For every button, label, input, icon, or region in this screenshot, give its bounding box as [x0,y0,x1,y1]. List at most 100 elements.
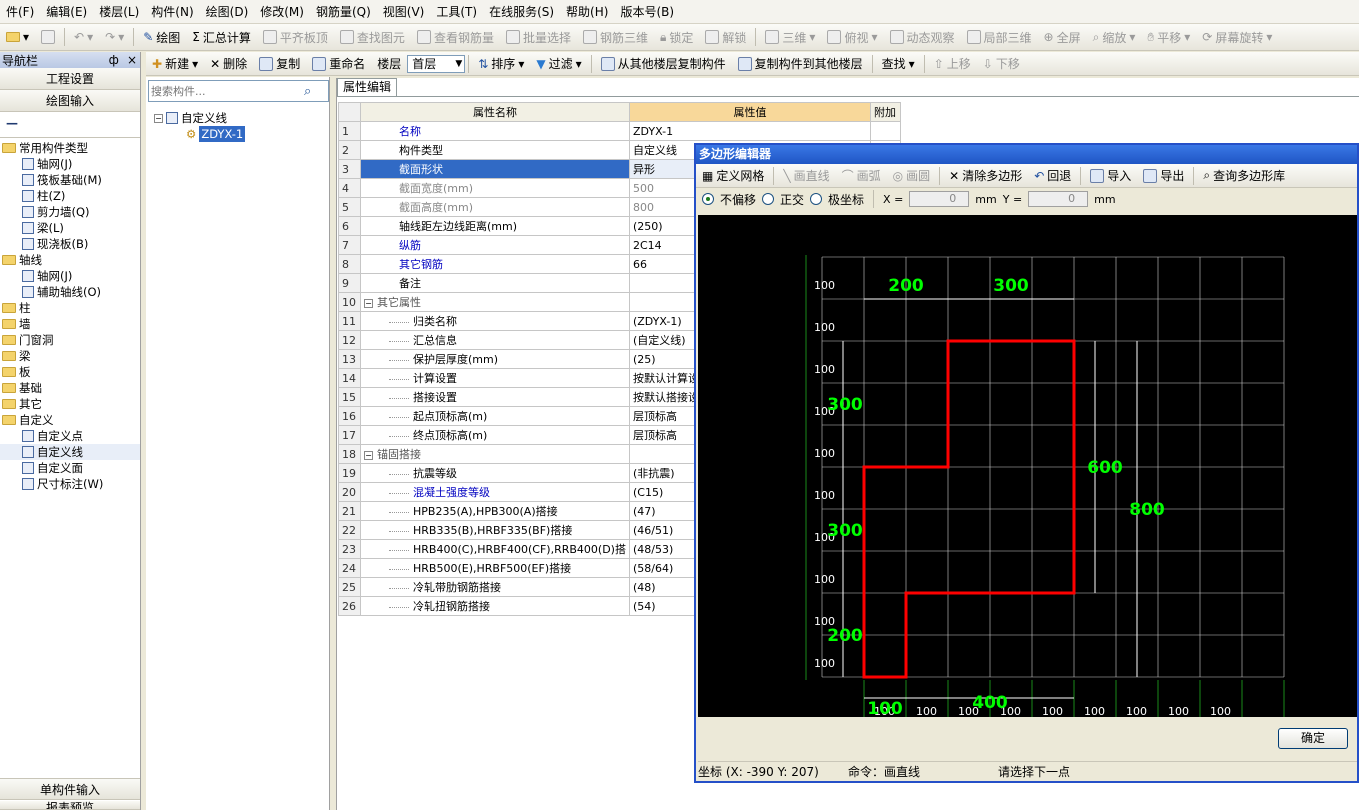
tree-root-custom-line[interactable]: − 自定义线 [154,110,329,126]
fullscreen-button[interactable]: ⊕ 全屏 [1038,29,1087,46]
export-button[interactable]: 导出 [1137,167,1190,184]
no-offset-radio[interactable] [702,193,714,205]
menu-item[interactable]: 视图(V) [377,3,431,20]
define-grid-button[interactable]: ▦ 定义网格 [696,167,770,184]
menu-item[interactable]: 件(F) [0,3,40,20]
drawing-canvas[interactable]: 100 100 100 100 100 100 100 100 100 100 100 100 100 1… [698,215,1357,719]
copy-from-floor-button[interactable]: 从其他楼层复制构件 [595,55,732,72]
view-rebar-button[interactable]: 查看钢筋量 [411,29,500,46]
tab-property-edit[interactable]: 属性编辑 [337,78,397,96]
polar-radio[interactable] [810,193,823,205]
tree-item-zdyx1[interactable]: ⚙ ZDYX-1 [154,126,329,142]
sort-button[interactable]: ⇅ 排序 ▾ [472,55,530,72]
property-extra[interactable] [869,121,901,141]
report-preview-button[interactable]: 报表预览 [0,801,140,810]
new-button[interactable]: ✚ 新建 ▾ [146,55,204,72]
nav-item[interactable]: 自定义线 [0,444,140,460]
three-d-dropdown[interactable]: 三维 ▾ [759,29,821,46]
menu-item[interactable]: 楼层(L) [93,3,145,20]
lock-button[interactable]: 🔒︎ 锁定 [654,29,699,46]
rename-button[interactable]: 重命名 [306,55,371,72]
query-library-button[interactable]: ⌕ 查询多边形库 [1197,167,1291,184]
close-icon[interactable]: × [127,53,137,67]
nav-item[interactable]: 柱(Z) [0,188,140,204]
property-value[interactable]: ZDYX-1 [628,121,871,141]
single-input-button[interactable]: 单构件输入 [0,778,140,800]
y-input[interactable]: 0 [1028,191,1089,207]
copy-button[interactable]: 复制 [253,55,306,72]
menu-item[interactable]: 工具(T) [430,3,483,20]
nav-folder[interactable]: 柱 [0,300,140,316]
nav-folder[interactable]: 板 [0,364,140,380]
nav-item[interactable]: 轴网(J) [0,268,140,284]
collapse-all-icon[interactable]: — [0,112,140,138]
batch-select-button[interactable]: 批量选择 [500,29,577,46]
top-view-dropdown[interactable]: 俯视 ▾ [821,29,883,46]
rotate-dropdown[interactable]: ⟳ 屏幕旋转 ▾ [1196,29,1278,46]
nav-folder[interactable]: 门窗洞 [0,332,140,348]
nav-item[interactable]: 自定义面 [0,460,140,476]
nav-item[interactable]: 剪力墙(Q) [0,204,140,220]
level-board-button[interactable]: 平齐板顶 [257,29,334,46]
move-up-button[interactable]: ⇧ 上移 [928,55,977,72]
draw-line-button[interactable]: ╲ 画直线 [777,167,835,184]
unlock-button[interactable]: 解锁 [699,29,752,46]
nav-item[interactable]: 筏板基础(M) [0,172,140,188]
component-search-input[interactable] [149,83,304,99]
zoom-dropdown[interactable]: ⌕ 缩放 ▾ [1087,29,1142,46]
filter-button[interactable]: ▼ 过滤 ▾ [530,55,587,72]
project-settings-button[interactable]: 工程设置 [0,68,140,90]
nav-folder[interactable]: 其它 [0,396,140,412]
menu-item[interactable]: 构件(N) [145,3,199,20]
ortho-radio[interactable] [762,193,775,205]
ok-button[interactable]: 确定 [1278,728,1348,749]
local-3d-button[interactable]: 局部三维 [961,29,1038,46]
pin-icon[interactable]: ф [109,53,119,67]
open-button[interactable]: ▾ [0,30,35,44]
delete-button[interactable]: ✕ 删除 [204,55,253,72]
nav-folder[interactable]: 梁 [0,348,140,364]
property-row[interactable]: 1 名称 ZDYX-1 [338,121,901,141]
undo-button[interactable]: ↶ ▾ [68,30,99,44]
nav-item[interactable]: 辅助轴线(O) [0,284,140,300]
menu-item[interactable]: 在线服务(S) [483,3,560,20]
nav-folder[interactable]: 自定义 [0,412,140,428]
find-dropdown[interactable]: 查找 ▾ [876,55,921,72]
collapse-toggle-icon[interactable]: − [364,299,373,308]
draw-arc-button[interactable]: ⌒ 画弧 [836,167,887,184]
nav-folder[interactable]: 墙 [0,316,140,332]
nav-item[interactable]: 梁(L) [0,220,140,236]
find-element-button[interactable]: 查找图元 [334,29,411,46]
nav-item[interactable]: 现浇板(B) [0,236,140,252]
clear-polygon-button[interactable]: ✕ 清除多边形 [943,167,1028,184]
sum-button[interactable]: Σ 汇总计算 [186,29,257,46]
nav-item[interactable]: 自定义点 [0,428,140,444]
search-icon[interactable]: ⌕ [304,84,311,99]
nav-folder[interactable]: 基础 [0,380,140,396]
menu-item[interactable]: 绘图(D) [200,3,255,20]
copy-to-floor-button[interactable]: 复制构件到其他楼层 [732,55,869,72]
collapse-toggle-icon[interactable]: − [364,451,373,460]
redo-button[interactable]: ↷ ▾ [99,30,130,44]
pan-dropdown[interactable]: ✋︎ 平移 ▾ [1141,29,1196,46]
dynamic-view-button[interactable]: 动态观察 [884,29,961,46]
nav-folder[interactable]: 轴线 [0,252,140,268]
menu-item[interactable]: 版本号(B) [614,3,680,20]
menu-item[interactable]: 修改(M) [254,3,310,20]
save-button[interactable] [35,30,61,44]
menu-item[interactable]: 帮助(H) [560,3,614,20]
menu-item[interactable]: 编辑(E) [40,3,93,20]
undo-button[interactable]: ↶ 回退 [1028,167,1077,184]
nav-item[interactable]: 尺寸标注(W) [0,476,140,492]
draw-circle-button[interactable]: ◎ 画圆 [887,167,937,184]
x-input[interactable]: 0 [909,191,970,207]
draw-input-button[interactable]: 绘图输入 [0,90,140,112]
import-button[interactable]: 导入 [1084,167,1137,184]
nav-folder[interactable]: 常用构件类型 [0,140,140,156]
menu-item[interactable]: 钢筋量(Q) [310,3,377,20]
move-down-button[interactable]: ⇩ 下移 [977,55,1026,72]
nav-item[interactable]: 轴网(J) [0,156,140,172]
rebar-3d-button[interactable]: 钢筋三维 [577,29,654,46]
draw-button[interactable]: ✎ 绘图 [137,29,186,46]
floor-select[interactable]: 首层 ▼ [407,54,466,73]
